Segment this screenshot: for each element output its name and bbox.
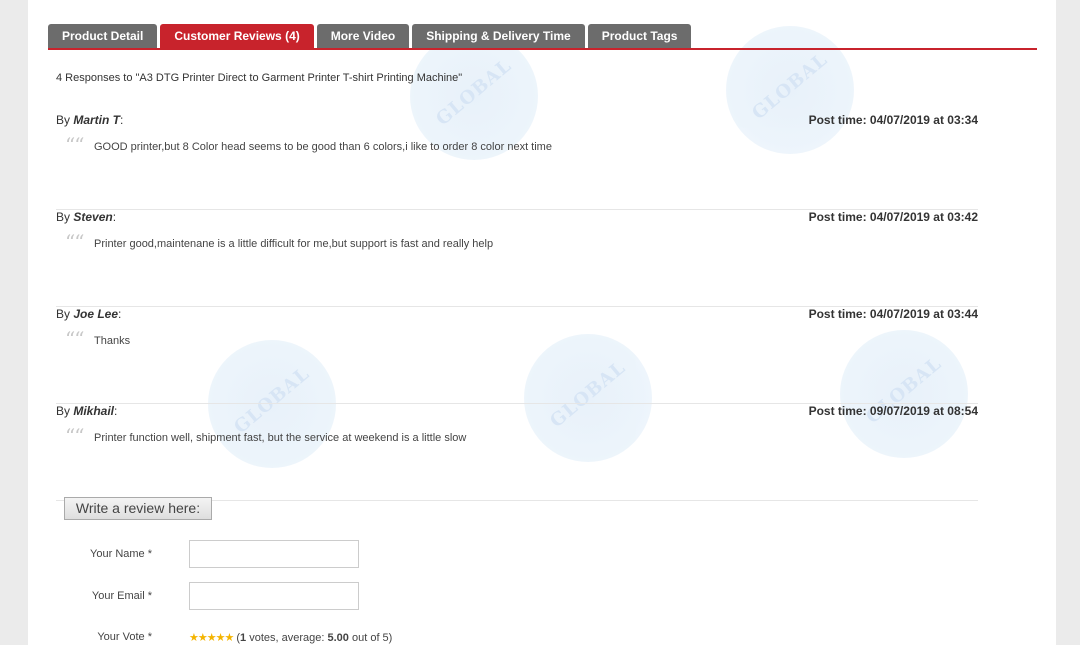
rating-stars-icon[interactable]: ★★★★★ xyxy=(189,632,234,644)
review-byline: By Mikhail: xyxy=(56,404,118,418)
your-vote-label: Your Vote * xyxy=(97,631,152,643)
quote-icon: ““ xyxy=(65,327,84,351)
review-text: GOOD printer,but 8 Color head seems to b… xyxy=(94,141,552,153)
quote-icon: ““ xyxy=(65,424,84,448)
votes-average: 5.00 xyxy=(327,632,349,644)
quote-icon: ““ xyxy=(65,133,84,157)
review-post-time: Post time: 09/07/2019 at 08:54 xyxy=(808,404,978,418)
tab-bar: Product Detail Customer Reviews (4) More… xyxy=(48,24,694,50)
review-author: Martin T xyxy=(73,113,121,127)
review-item: By Martin T: Post time: 04/07/2019 at 03… xyxy=(56,113,978,210)
your-email-field[interactable] xyxy=(189,582,359,610)
vote-rating: ★★★★★ (1 votes, average: 5.00 out of 5) xyxy=(189,632,393,644)
write-review-button[interactable]: Write a review here: xyxy=(64,497,212,520)
review-text: Thanks xyxy=(94,335,131,347)
tab-product-detail[interactable]: Product Detail xyxy=(48,24,158,49)
tab-underline xyxy=(48,48,1037,50)
your-name-field[interactable] xyxy=(189,540,359,568)
tab-more-video[interactable]: More Video xyxy=(316,24,410,49)
responses-heading: 4 Responses to "A3 DTG Printer Direct to… xyxy=(56,72,463,84)
review-author: Mikhail xyxy=(73,404,115,418)
review-author: Steven xyxy=(73,210,113,224)
review-post-time: Post time: 04/07/2019 at 03:42 xyxy=(808,210,978,224)
review-byline: By Joe Lee: xyxy=(56,307,122,321)
review-text: Printer function well, shipment fast, bu… xyxy=(94,432,467,444)
your-name-label: Your Name * xyxy=(90,548,152,560)
review-byline: By Martin T: xyxy=(56,113,124,127)
your-email-label: Your Email * xyxy=(91,590,152,602)
review-item: By Steven: Post time: 04/07/2019 at 03:4… xyxy=(56,210,978,307)
review-author: Joe Lee xyxy=(73,307,119,321)
review-text: Printer good,maintenane is a little diff… xyxy=(94,238,494,250)
tab-shipping-delivery[interactable]: Shipping & Delivery Time xyxy=(412,24,585,49)
quote-icon: ““ xyxy=(65,230,84,254)
product-tabs-panel: GLOBAL GLOBAL GLOBAL GLOBAL GLOBAL Produ… xyxy=(28,0,1056,645)
review-post-time: Post time: 04/07/2019 at 03:44 xyxy=(808,307,978,321)
tab-customer-reviews[interactable]: Customer Reviews (4) xyxy=(160,24,314,49)
review-item: By Joe Lee: Post time: 04/07/2019 at 03:… xyxy=(56,307,978,404)
review-item: By Mikhail: Post time: 09/07/2019 at 08:… xyxy=(56,404,978,501)
reviews-content: 4 Responses to "A3 DTG Printer Direct to… xyxy=(56,72,978,501)
review-post-time: Post time: 04/07/2019 at 03:34 xyxy=(808,113,978,127)
tab-product-tags[interactable]: Product Tags xyxy=(587,24,692,49)
review-byline: By Steven: xyxy=(56,210,117,224)
